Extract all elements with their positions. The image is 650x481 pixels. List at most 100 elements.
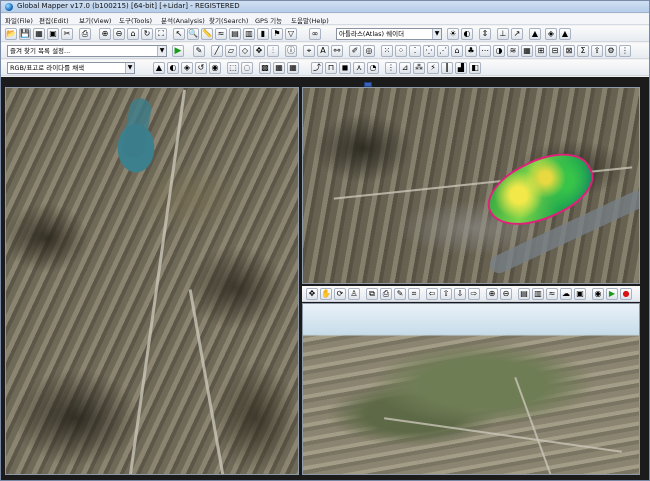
menu-view[interactable]: 보기(View) [79,15,111,25]
record-stop-icon[interactable]: ● [620,288,632,300]
arrow-down-icon[interactable]: ⇩ [454,288,466,300]
lidar-merge-icon[interactable]: ⊠ [563,45,575,57]
open-folder-icon[interactable]: 📂 [5,28,17,40]
menu-search[interactable]: 찾기(Search) [209,15,248,25]
lidar-power-icon[interactable]: ⚡ [427,62,439,74]
view-shed-icon[interactable]: ◔ [367,62,379,74]
lidar-thin-icon[interactable]: ⊟ [549,45,561,57]
lidar-tree-icon[interactable]: ♣ [465,45,477,57]
path-profile-icon[interactable]: ⤴ [311,62,323,74]
flag-icon[interactable]: ⚑ [271,28,283,40]
home-icon[interactable]: ⌂ [127,28,139,40]
save-icon[interactable]: 💾 [19,28,31,40]
edit-icon[interactable]: ✎ [394,288,406,300]
grid-layout-icon[interactable]: ▦ [287,62,299,74]
lidar-surface-icon[interactable]: ≋ [507,45,519,57]
favorites-select[interactable]: 즐겨 찾기 목록 설정... ▼ [7,45,167,57]
lighting-icon[interactable]: ☀ [447,28,459,40]
lidar-edit-icon[interactable]: ⁛ [423,45,435,57]
text-icon[interactable]: A [317,45,329,57]
split-icon[interactable]: ⫶ [267,45,279,57]
edit-vertex-icon[interactable]: ◇ [239,45,251,57]
cut-icon[interactable]: ✂ [61,28,73,40]
menu-analysis[interactable]: 분석(Analysis) [161,15,205,25]
rotate-icon[interactable]: ⟳ [334,288,346,300]
brush-icon[interactable]: ✐ [349,45,361,57]
shader-select[interactable]: 아틀라스(Atlas) 쉐이더 ▼ [336,28,442,40]
feature-info-icon[interactable]: ⓘ [285,45,297,57]
lidar-classify-icon[interactable]: ⊿ [399,62,411,74]
move-icon[interactable]: ✥ [306,288,318,300]
map-icon[interactable]: ▤ [229,28,241,40]
lidar-feature-icon[interactable]: ▟ [455,62,467,74]
draw-area-icon[interactable]: ▱ [225,45,237,57]
refresh-icon[interactable]: ↻ [141,28,153,40]
cross-section-icon[interactable]: ⊓ [325,62,337,74]
2d-map-view-left[interactable] [5,87,299,475]
image-view-icon[interactable]: ▣ [574,288,586,300]
filter-icon[interactable]: ▽ [285,28,297,40]
chart-icon[interactable]: ▮ [257,28,269,40]
profile-icon[interactable]: ⊥ [497,28,509,40]
title-bar[interactable]: Global Mapper v17.0 (b100215) [64-bit] [… [1,1,649,13]
2d-map-view-right[interactable] [302,87,640,284]
lidar-extract-icon[interactable]: ⊞ [535,45,547,57]
zoom-in-3d-icon[interactable]: ⊕ [486,288,498,300]
zoom-out-icon[interactable]: ⊖ [113,28,125,40]
lasso-icon[interactable]: ◌ [241,62,253,74]
arrow-right-icon[interactable]: ⇨ [468,288,480,300]
lidar-building-icon[interactable]: ⌂ [451,45,463,57]
line-of-sight-icon[interactable]: ↗ [511,28,523,40]
lidar-export-icon[interactable]: ⇪ [591,45,603,57]
menu-gps[interactable]: GPS 기능 [255,15,282,25]
north-arrow-icon[interactable]: ▲ [559,28,571,40]
lidar-more-icon[interactable]: ⋮ [619,45,631,57]
database-icon[interactable]: ▣ [47,28,59,40]
terrain-view-icon[interactable]: ▤ [518,288,530,300]
select-points-icon[interactable]: ⬚ [227,62,239,74]
link-icon[interactable]: ⚯ [331,45,343,57]
move-feature-icon[interactable]: ✥ [253,45,265,57]
color-rgb-icon[interactable]: ◉ [209,62,221,74]
lidar-ground-icon[interactable]: ⋰ [437,45,449,57]
print-3d-icon[interactable]: ⎙ [380,288,392,300]
search-icon[interactable]: 🔍 [187,28,199,40]
color-intensity-icon[interactable]: ◐ [167,62,179,74]
sky-view-icon[interactable]: ☁ [560,288,572,300]
zoom-out-3d-icon[interactable]: ⊖ [500,288,512,300]
draw-line-icon[interactable]: ╱ [211,45,223,57]
record-play-icon[interactable]: ▶ [606,288,618,300]
watershed-icon[interactable]: ⋏ [353,62,365,74]
lidar-profile-icon[interactable]: ⋯ [479,45,491,57]
play-icon[interactable]: ▶ [172,45,184,57]
color-class-icon[interactable]: ◈ [181,62,193,74]
pan-icon[interactable]: ✋ [320,288,332,300]
color-return-icon[interactable]: ↺ [195,62,207,74]
lidar-stats-icon[interactable]: Σ [577,45,589,57]
arrow-left-icon[interactable]: ⇦ [426,288,438,300]
copy-icon[interactable]: ⧉ [366,288,378,300]
color-elevation-icon[interactable]: ▲ [153,62,165,74]
binoculars-icon[interactable]: ∞ [309,28,321,40]
digitizer-icon[interactable]: ✎ [193,45,205,57]
full-view-icon[interactable]: ⛶ [155,28,167,40]
volume-icon[interactable]: ◼ [339,62,351,74]
measure-icon[interactable]: 📏 [201,28,213,40]
print-icon[interactable]: ⎙ [79,28,91,40]
lidar-color-icon[interactable]: ◑ [493,45,505,57]
lidar-settings-icon[interactable]: ◧ [469,62,481,74]
3d-view-pane[interactable] [302,303,640,475]
menu-help[interactable]: 도움말(Help) [291,15,329,25]
density-icon[interactable]: ▩ [259,62,271,74]
pin-icon[interactable]: ⌖ [303,45,315,57]
lidar-class-icon[interactable]: ⁙ [381,45,393,57]
gps-icon[interactable]: ◈ [545,28,557,40]
capture-icon[interactable]: ◉ [592,288,604,300]
crop-icon[interactable]: ⌗ [408,288,420,300]
density-grid-icon[interactable]: ▦ [273,62,285,74]
zoom-in-icon[interactable]: ⊕ [99,28,111,40]
lidar-select-icon[interactable]: ⁚ [409,45,421,57]
menu-file[interactable]: 파일(File) [5,15,33,25]
vector-view-icon[interactable]: ▥ [532,288,544,300]
lidar-grid-icon[interactable]: ▦ [521,45,533,57]
